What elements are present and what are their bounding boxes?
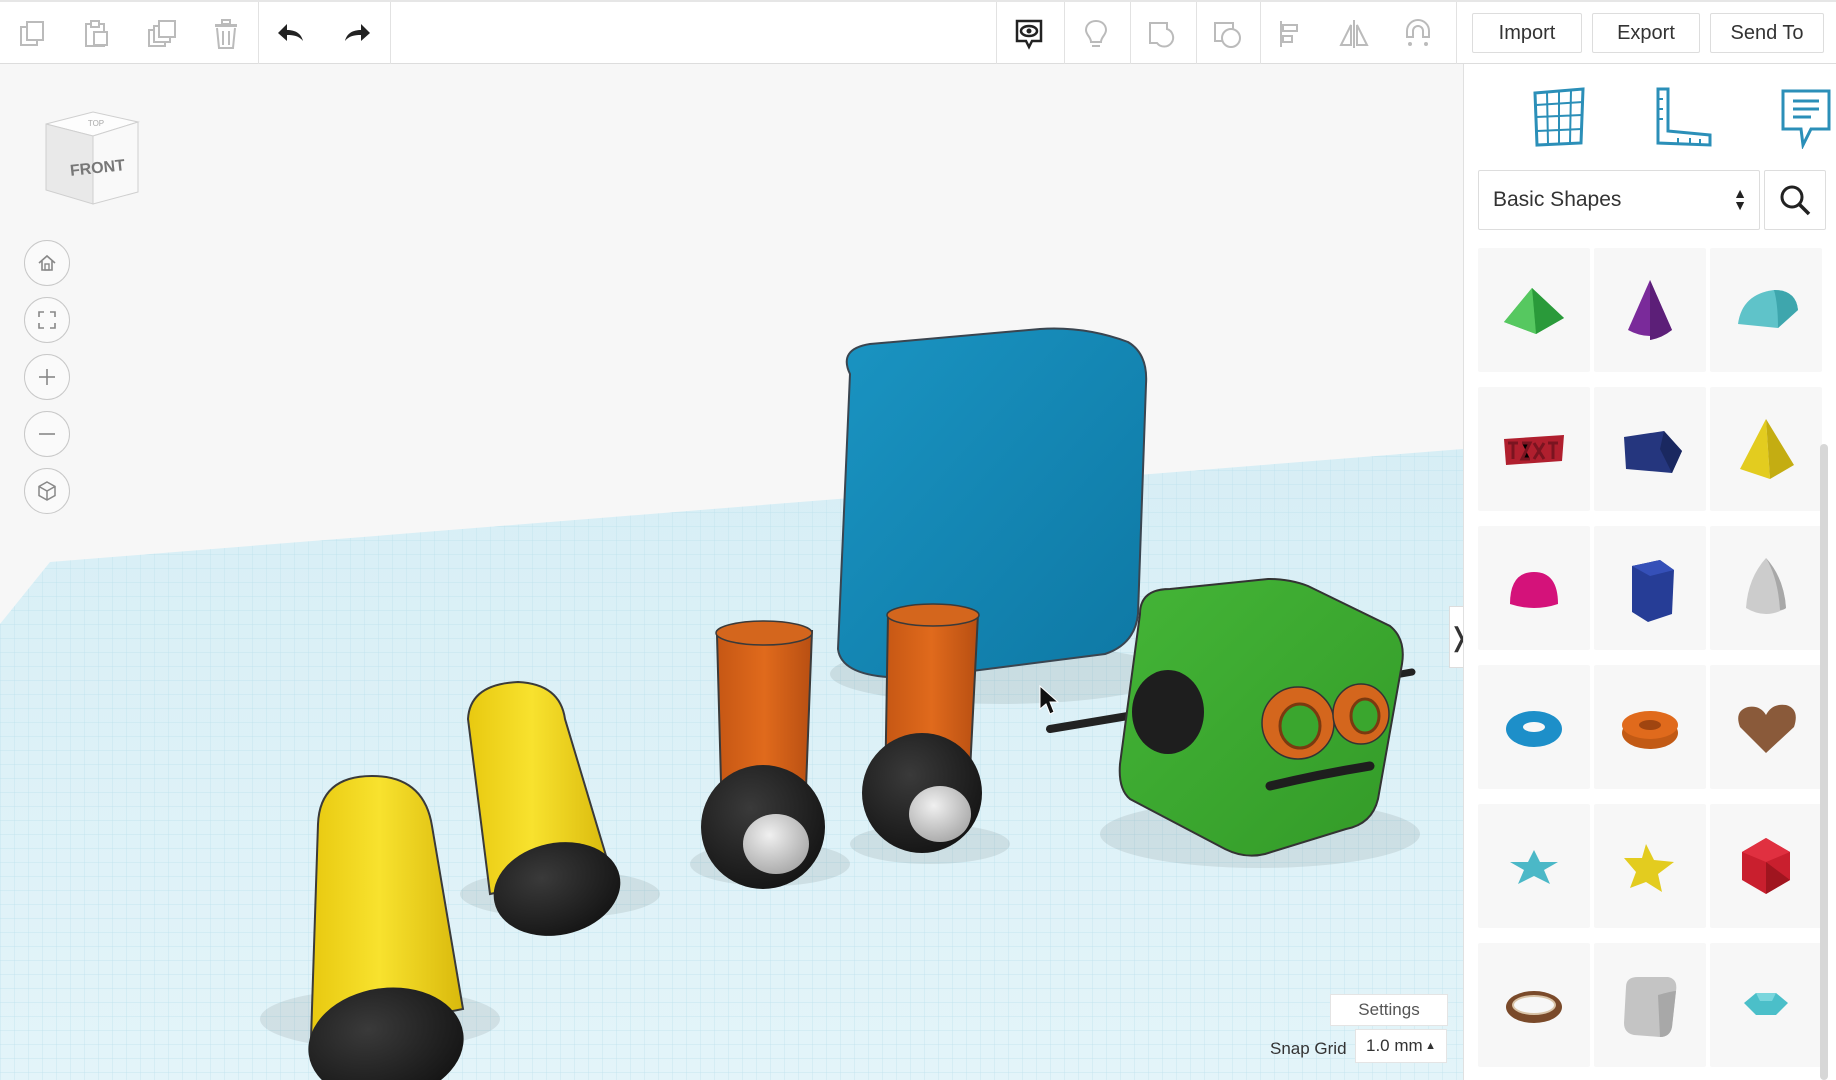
tube-shape-icon <box>1622 711 1678 749</box>
fit-view-icon <box>38 311 56 329</box>
shape-icosahedron[interactable] <box>1710 804 1822 928</box>
shape-ring[interactable] <box>1478 943 1590 1067</box>
shapes-panel: Basic Shapes ▲ ▼ <box>1463 64 1836 1080</box>
snap-grid-label: Snap Grid <box>1270 1039 1347 1058</box>
gem-shape-icon <box>1744 993 1788 1015</box>
shape-polygon[interactable] <box>1594 526 1706 650</box>
shape-search-button[interactable] <box>1764 170 1826 230</box>
zoom-in-button[interactable] <box>24 354 70 400</box>
round-box-shape-icon <box>1624 977 1677 1037</box>
collapse-panel-handle[interactable]: ❭ <box>1448 606 1463 668</box>
paste-icon[interactable] <box>68 6 124 62</box>
orthographic-icon <box>38 481 56 501</box>
shape-round-box[interactable] <box>1594 943 1706 1067</box>
shape-paraboloid[interactable] <box>1710 526 1822 650</box>
zoom-out-button[interactable] <box>24 411 70 457</box>
ruler-button[interactable] <box>1647 82 1717 152</box>
ungroup-icon[interactable] <box>1200 6 1256 62</box>
fit-view-button[interactable] <box>24 297 70 343</box>
home-icon <box>38 254 56 271</box>
shape-heart[interactable] <box>1710 665 1822 789</box>
select-arrows-icon: ▲ ▼ <box>1733 185 1747 213</box>
shape-category-value: Basic Shapes <box>1493 188 1622 211</box>
half-sphere-shape-icon <box>1510 572 1558 608</box>
shape-roof[interactable] <box>1478 248 1590 372</box>
round-roof-shape-icon <box>1738 290 1798 328</box>
import-button[interactable]: Import <box>1472 13 1582 53</box>
shape-category-select[interactable]: Basic Shapes ▲ ▼ <box>1478 170 1760 230</box>
3d-scene[interactable] <box>0 64 1463 1080</box>
align-icon[interactable] <box>1264 6 1320 62</box>
star-shape-icon <box>1624 844 1674 892</box>
orthographic-button[interactable] <box>24 468 70 514</box>
note-light-bulb-icon[interactable] <box>1068 6 1124 62</box>
undo-icon[interactable] <box>264 6 320 62</box>
roof-shape-icon <box>1504 288 1564 334</box>
snap-grid-value: 1.0 mm <box>1366 1036 1423 1055</box>
pyramid-shape-icon <box>1740 419 1794 479</box>
shape-tube[interactable] <box>1594 665 1706 789</box>
show-all-icon[interactable] <box>1001 6 1057 62</box>
group-icon[interactable] <box>1134 6 1190 62</box>
blue-box[interactable] <box>836 327 1148 679</box>
viewcube-top-label: TOP <box>88 119 104 128</box>
panel-scrollbar[interactable] <box>1820 444 1828 1080</box>
shape-torus[interactable] <box>1478 665 1590 789</box>
shape-text[interactable] <box>1478 387 1590 511</box>
shape-star[interactable] <box>1594 804 1706 928</box>
shape-gem[interactable] <box>1710 943 1822 1067</box>
settings-button[interactable]: Settings <box>1330 994 1448 1026</box>
ring-shape-icon <box>1506 991 1562 1023</box>
send-to-button[interactable]: Send To <box>1710 13 1824 53</box>
shape-box[interactable] <box>1594 387 1706 511</box>
orange-leg-1[interactable] <box>701 620 825 889</box>
torus-shape-icon <box>1506 711 1562 747</box>
view-cube[interactable]: TOP FRONT <box>38 104 148 214</box>
icosahedron-shape-icon <box>1742 838 1790 894</box>
shape-star-flat[interactable] <box>1478 804 1590 928</box>
search-icon <box>1780 185 1811 216</box>
heart-shape-icon <box>1738 704 1796 753</box>
zoom-out-icon <box>39 433 55 435</box>
top-toolbar: Import Export Send To <box>0 0 1836 66</box>
redo-icon[interactable] <box>328 6 384 62</box>
shape-round-roof[interactable] <box>1710 248 1822 372</box>
box-shape-icon <box>1624 431 1682 473</box>
zoom-in-icon <box>39 369 55 385</box>
home-view-button[interactable] <box>24 240 70 286</box>
cone-shape-icon <box>1628 280 1672 340</box>
shape-half-sphere[interactable] <box>1478 526 1590 650</box>
caret-up-icon: ▲ <box>1425 1040 1436 1052</box>
magnet-icon[interactable] <box>1390 6 1446 62</box>
workplane-grid-button[interactable] <box>1524 82 1594 152</box>
polygon-shape-icon <box>1632 560 1674 622</box>
duplicate-icon[interactable] <box>134 6 190 62</box>
shape-cone[interactable] <box>1594 248 1706 372</box>
ruler-icon <box>1656 87 1712 147</box>
text-shape-icon <box>1504 435 1564 465</box>
snap-grid-select[interactable]: 1.0 mm ▲ <box>1355 1029 1447 1063</box>
workplane-viewport[interactable]: TOP FRONT ❭ Settings Snap Grid 1.0 mm ▲ <box>0 64 1463 1080</box>
workplane-grid-icon <box>1533 87 1585 147</box>
shape-grid <box>1478 248 1822 1080</box>
copy-icon[interactable] <box>4 6 60 62</box>
shape-pyramid[interactable] <box>1710 387 1822 511</box>
delete-icon[interactable] <box>198 6 254 62</box>
star-flat-shape-icon <box>1510 850 1558 884</box>
export-button[interactable]: Export <box>1592 13 1700 53</box>
notes-button[interactable] <box>1770 82 1836 152</box>
mirror-icon[interactable] <box>1326 6 1382 62</box>
paraboloid-shape-icon <box>1746 558 1786 614</box>
notes-icon <box>1781 89 1831 149</box>
